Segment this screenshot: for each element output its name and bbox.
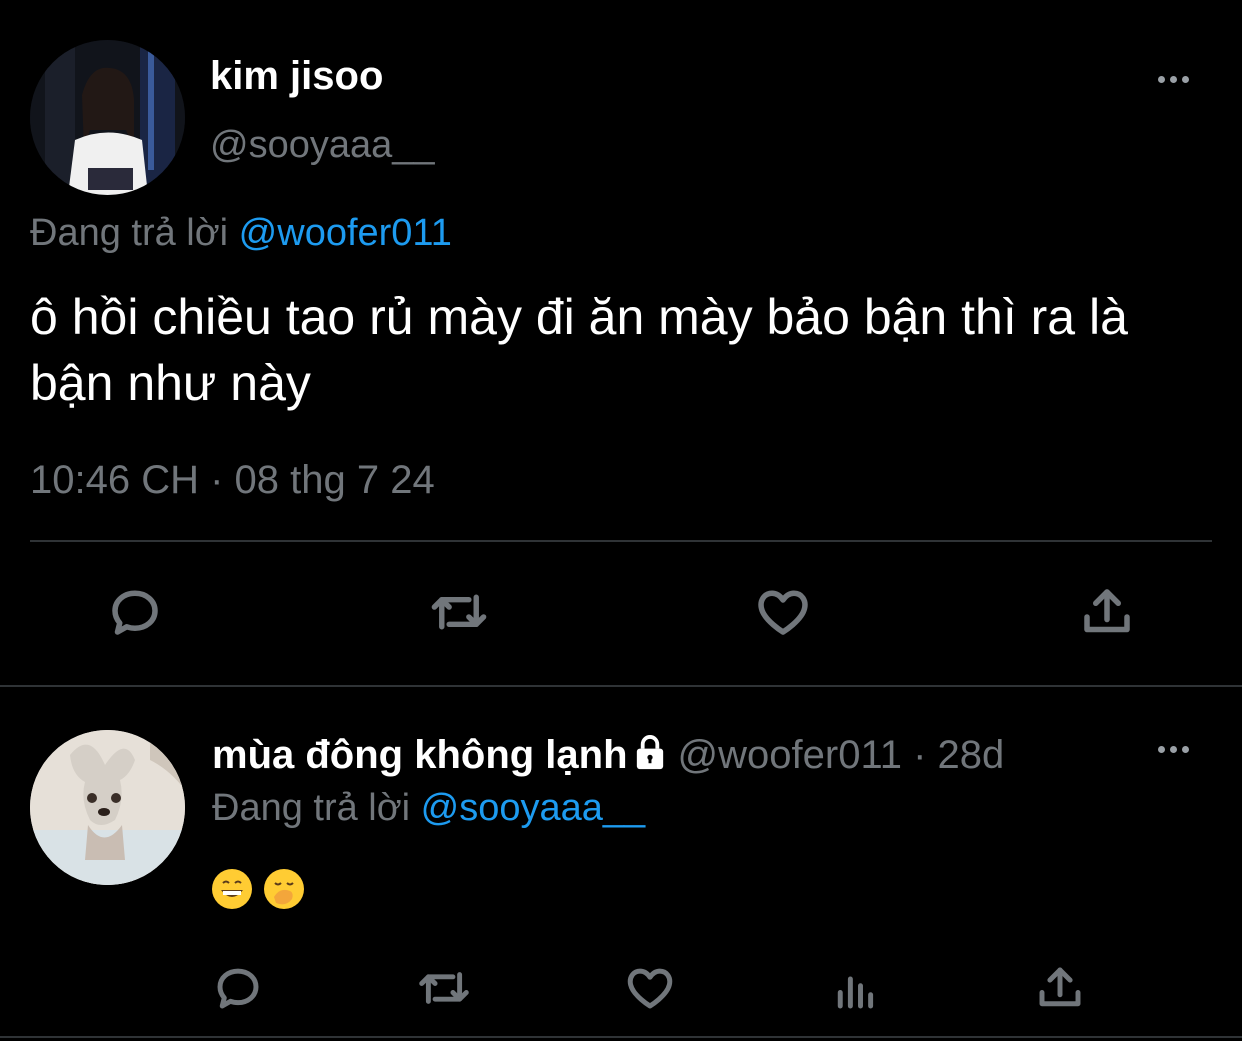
divider [0, 1036, 1242, 1038]
lock-icon [632, 734, 668, 782]
reply-author-name[interactable]: mùa đông không lạnh [212, 733, 628, 777]
more-options-icon[interactable] [1158, 70, 1194, 88]
replying-to: Đang trả lời @woofer011 [30, 212, 452, 255]
author-name[interactable]: kim jisoo [210, 54, 383, 99]
share-icon[interactable] [1075, 580, 1139, 644]
like-icon[interactable] [751, 580, 815, 644]
more-options-icon[interactable] [1158, 740, 1194, 758]
tweet-text: ô hồi chiều tao rủ mày đi ăn mày bảo bận… [30, 289, 1128, 411]
divider [0, 685, 1242, 687]
grinning-face-emoji [212, 869, 252, 910]
face-with-hand-over-mouth-emoji [264, 869, 304, 910]
divider [30, 540, 1212, 542]
avatar-photo [30, 730, 185, 885]
profile-avatar[interactable] [30, 40, 185, 195]
reply-text [212, 868, 316, 910]
reply-icon[interactable] [206, 956, 270, 1020]
replying-to-mention[interactable]: @sooyaaa__ [421, 787, 646, 829]
views-icon[interactable] [824, 956, 888, 1020]
tweet-timestamp[interactable]: 10:46 CH · 08 thg 7 24 [30, 458, 435, 503]
replying-to-mention[interactable]: @woofer011 [239, 212, 452, 254]
like-icon[interactable] [618, 956, 682, 1020]
retweet-icon[interactable] [427, 580, 491, 644]
reply-icon[interactable] [103, 580, 167, 644]
share-icon[interactable] [1028, 956, 1092, 1020]
replying-to: Đang trả lời @sooyaaa__ [212, 787, 645, 830]
replying-to-label: Đang trả lời [212, 787, 411, 829]
replying-to-label: Đang trả lời [30, 212, 229, 254]
retweet-icon[interactable] [412, 956, 476, 1020]
avatar-photo [30, 40, 185, 195]
reply-author-handle[interactable]: @woofer011 [678, 733, 902, 777]
reply-header: mùa đông không lạnh @woofer011 · 28d [212, 733, 1004, 782]
reply-time[interactable]: · 28d [913, 733, 1004, 777]
author-handle[interactable]: @sooyaaa__ [210, 124, 435, 167]
reply-avatar[interactable] [30, 730, 185, 885]
